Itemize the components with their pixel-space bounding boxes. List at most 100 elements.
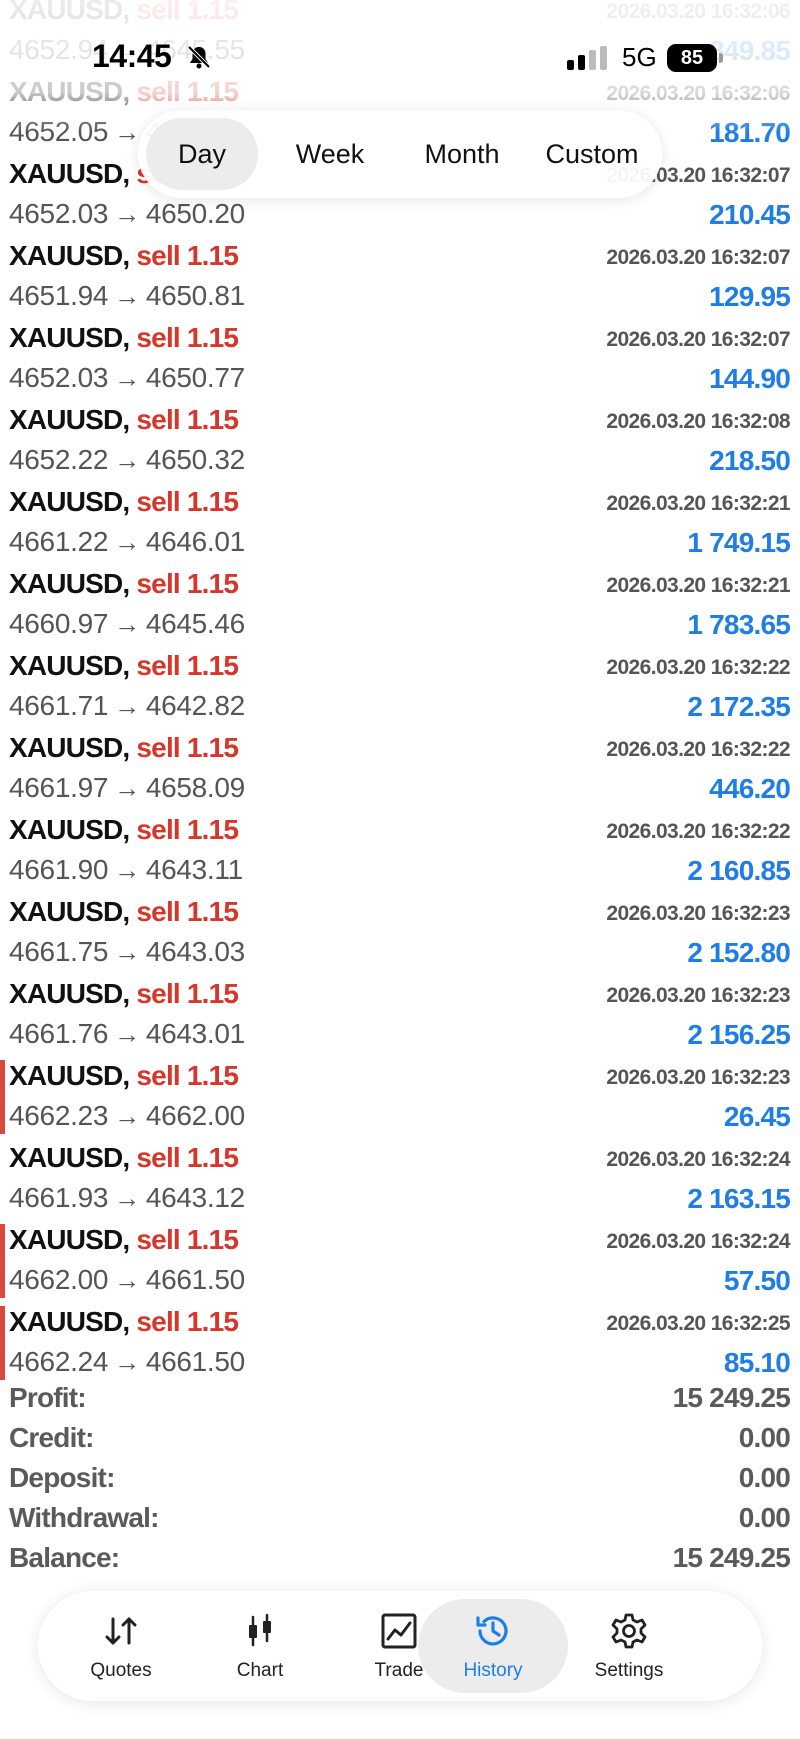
deal-title: XAUUSD, sell 1.15 [9,564,239,604]
deal-side-volume: sell 1.15 [136,1306,239,1337]
deal-symbol: XAUUSD, [9,1060,130,1091]
deal-prices: 4652.22 → 4650.32 [9,440,245,480]
deal-prices: 4651.94 → 4650.81 [9,276,245,316]
arrow-right-icon: → [114,1183,140,1213]
deal-prices: 4661.97 → 4658.09 [9,768,245,808]
nav-label: Chart [236,1660,284,1681]
deal-profit: 26.45 [723,1101,791,1132]
summary-row-credit: Credit: 0.00 [0,1418,800,1458]
deal-row[interactable]: XAUUSD, sell 1.15 2026.03.20 16:32:22 4661… [0,728,800,810]
deal-close-price: 4658.09 [145,772,245,803]
deal-profit: 85.10 [723,1347,791,1378]
deal-row[interactable]: XAUUSD, sell 1.15 2026.03.20 16:32:21 4660… [0,564,800,646]
deal-row[interactable]: XAUUSD, sell 1.15 2026.03.20 16:32:07 4651… [0,236,800,318]
summary-label: Withdrawal: [9,1502,159,1533]
deal-prices: 4661.93 → 4643.12 [9,1178,245,1218]
deal-profit: 218.50 [709,445,791,476]
arrow-right-icon: → [114,281,140,311]
deal-symbol: XAUUSD, [9,158,130,189]
arrow-right-icon: → [114,937,140,967]
quotes-arrows-icon [105,1617,137,1645]
deal-open-price: 4661.75 [9,936,109,967]
nav-history[interactable]: History [418,1599,568,1693]
deal-open-price: 4661.22 [9,526,109,557]
deal-time: 2026.03.20 16:32:21 [606,574,790,597]
deal-row[interactable]: XAUUSD, sell 1.15 2026.03.20 16:32:24 4662… [0,1220,800,1302]
deal-title: XAUUSD, sell 1.15 [9,482,239,522]
deal-prices: 4662.23 → 4662.00 [9,1096,245,1136]
deal-symbol: XAUUSD, [9,1224,130,1255]
deal-side-volume: sell 1.15 [136,1142,239,1173]
nav-chart[interactable]: Chart [185,1599,335,1693]
nav-quotes[interactable]: Quotes [46,1599,196,1693]
tab-week[interactable]: Week [270,118,390,190]
arrow-right-icon: → [114,1265,140,1295]
trade-chart-icon [381,1613,417,1649]
deal-open-price: 4661.97 [9,772,109,803]
deal-profit: 2 172.35 [687,691,790,722]
deal-row[interactable]: XAUUSD, sell 1.15 2026.03.20 16:32:21 4661… [0,482,800,564]
deal-prices: 4652.03 → 4650.77 [9,358,245,398]
deal-row[interactable]: XAUUSD, sell 1.15 2026.03.20 16:32:23 4662… [0,1056,800,1138]
deal-title: XAUUSD, sell 1.15 [9,236,239,276]
deal-close-price: 4650.77 [145,362,245,393]
deal-profit: 1 749.15 [687,527,790,558]
deal-profit: 2 156.25 [687,1019,790,1050]
nav-settings[interactable]: Settings [554,1599,704,1693]
deal-time: 2026.03.20 16:32:22 [606,656,790,679]
deal-row[interactable]: XAUUSD, sell 1.15 2026.03.20 16:32:07 4652… [0,318,800,400]
deal-symbol: XAUUSD, [9,240,130,271]
deal-close-price: 4645.46 [145,608,245,639]
deal-row[interactable]: XAUUSD, sell 1.15 2026.03.20 16:32:23 4661… [0,892,800,974]
tab-custom[interactable]: Custom [530,118,654,190]
deal-row[interactable]: XAUUSD, sell 1.15 2026.03.20 16:32:24 4661… [0,1138,800,1220]
deal-row[interactable]: XAUUSD, sell 1.15 2026.03.20 16:32:25 4662… [0,1302,800,1384]
deal-title: XAUUSD, sell 1.15 [9,1056,239,1096]
summary-value: 0.00 [738,1462,791,1493]
deal-prices: 4661.22 → 4646.01 [9,522,245,562]
deal-prices: 4662.24 → 4661.50 [9,1342,245,1382]
deal-profit: 2 163.15 [687,1183,790,1214]
arrow-right-icon: → [114,363,140,393]
deal-open-price: 4652.03 [9,198,109,229]
deal-time: 2026.03.20 16:32:24 [606,1230,790,1253]
deal-symbol: XAUUSD, [9,650,130,681]
summary-row-balance: Balance: 15 249.25 [0,1538,800,1578]
deal-title: XAUUSD, sell 1.15 [9,1220,239,1260]
summary-label: Credit: [9,1422,94,1453]
deal-close-price: 4643.03 [145,936,245,967]
deal-open-price: 4652.03 [9,362,109,393]
deal-time: 2026.03.20 16:32:07 [606,246,790,269]
deal-side-volume: sell 1.15 [136,1060,239,1091]
summary-row-deposit: Deposit: 0.00 [0,1458,800,1498]
nav-label: Quotes [90,1660,152,1681]
deal-close-price: 4661.50 [145,1264,245,1295]
battery-icon: 85 [667,44,717,72]
tab-month[interactable]: Month [400,118,524,190]
deal-time: 2026.03.20 16:32:07 [606,328,790,351]
deal-time: 2026.03.20 16:32:08 [606,410,790,433]
deal-open-price: 4652.22 [9,444,109,475]
candlestick-chart-icon [249,1613,271,1647]
deal-close-price: 4643.01 [145,1018,245,1049]
deal-open-price: 4661.90 [9,854,109,885]
deal-close-price: 4650.32 [145,444,245,475]
deal-row[interactable]: XAUUSD, sell 1.15 2026.03.20 16:32:08 4652… [0,400,800,482]
tab-day[interactable]: Day [146,118,258,190]
deal-title: XAUUSD, sell 1.15 [9,810,239,850]
summary-value: 15 249.25 [672,1382,791,1413]
deal-row[interactable]: XAUUSD, sell 1.15 2026.03.20 16:32:22 4661… [0,810,800,892]
deal-open-price: 4651.94 [9,280,109,311]
network-type: 5G [622,42,657,72]
deal-symbol: XAUUSD, [9,896,130,927]
deal-row[interactable]: XAUUSD, sell 1.15 2026.03.20 16:32:22 4661… [0,646,800,728]
deal-symbol: XAUUSD, [9,486,130,517]
deal-close-price: 4646.01 [145,526,245,557]
deal-time: 2026.03.20 16:32:23 [606,902,790,925]
deal-row[interactable]: XAUUSD, sell 1.15 2026.03.20 16:32:23 4661… [0,974,800,1056]
deal-profit: 2 160.85 [687,855,790,886]
deal-title: XAUUSD, sell 1.15 [9,892,239,932]
deal-time: 2026.03.20 16:32:23 [606,1066,790,1089]
summary-value: 0.00 [738,1422,791,1453]
deal-title: XAUUSD, sell 1.15 [9,1302,239,1342]
